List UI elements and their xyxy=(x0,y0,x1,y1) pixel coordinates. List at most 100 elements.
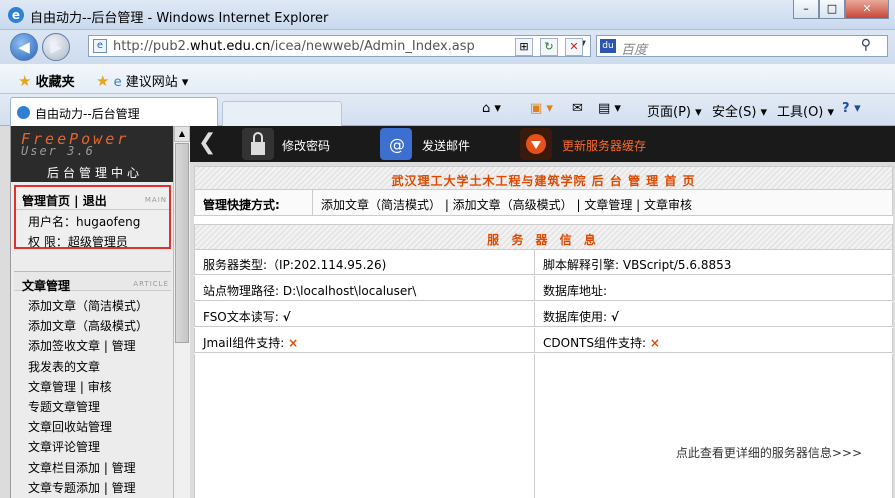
jmail-cell: Jmail组件支持: × xyxy=(203,334,298,351)
sidebar-scrollbar[interactable]: ▲ xyxy=(173,126,190,498)
main-label: MAIN xyxy=(144,196,167,204)
menu-item[interactable]: 文章评论管理 xyxy=(28,437,171,457)
menu-item[interactable]: 文章专题添加 | 管理 xyxy=(28,478,171,498)
menu-item[interactable]: 添加签收文章 | 管理 xyxy=(28,336,171,356)
logo: FreePower User 3.6 后台管理中心 xyxy=(11,126,174,182)
divider xyxy=(534,328,535,353)
shortcut-links[interactable]: 添加文章（简洁模式） | 添加文章（高级模式） | 文章管理 | 文章审核 xyxy=(321,196,692,213)
tab-label: 自由动力--后台管理 xyxy=(35,107,140,121)
logo-line2: User 3.6 xyxy=(21,144,95,158)
favorites-bar: ★ 收藏夹 ★ e 建议网站 ▾ xyxy=(0,64,895,94)
search-input[interactable]: du 百度 ⚲ xyxy=(596,35,888,58)
menu-item[interactable]: 文章管理 | 审核 xyxy=(28,377,171,397)
divider xyxy=(312,190,313,215)
page-title: 武汉理工大学土木工程与建筑学院 后 台 管 理 首 页 xyxy=(391,174,696,188)
page-title-bar: 武汉理工大学土木工程与建筑学院 后 台 管 理 首 页 xyxy=(194,166,893,190)
menu-item[interactable]: 文章栏目添加 | 管理 xyxy=(28,458,171,478)
info-row: 站点物理路径: D:\localhost\localuser\ 数据库地址: xyxy=(194,276,893,301)
back-button[interactable]: ◀ xyxy=(10,33,38,61)
server-info-bar: 服 务 器 信 息 xyxy=(194,224,893,250)
mail-at-icon: @ xyxy=(380,128,412,160)
help-menu[interactable]: ? ▾ xyxy=(842,101,861,116)
divider xyxy=(534,302,535,327)
new-tab-button[interactable] xyxy=(222,101,342,126)
home-icon[interactable]: ⌂ ▾ xyxy=(482,101,501,116)
shortcut-row: 管理快捷方式: 添加文章（简洁模式） | 添加文章（高级模式） | 文章管理 |… xyxy=(194,190,893,216)
refresh-cache-icon xyxy=(520,128,552,160)
tools-menu[interactable]: 工具(O) ▾ xyxy=(777,101,834,120)
scroll-thumb[interactable] xyxy=(175,143,189,343)
maximize-button[interactable]: □ xyxy=(819,0,845,19)
minimize-button[interactable]: – xyxy=(793,0,819,19)
script-engine: 脚本解释引擎: VBScript/5.6.8853 xyxy=(543,258,732,272)
page-menu[interactable]: 页面(P) ▾ xyxy=(647,101,702,120)
close-button[interactable]: ✕ xyxy=(845,0,889,19)
server-info-title: 服 务 器 信 息 xyxy=(487,233,600,247)
ie-tab-icon xyxy=(17,106,30,119)
info-row: Jmail组件支持: × CDONTS组件支持: × xyxy=(194,328,893,353)
page-content: FreePower User 3.6 后台管理中心 管理首页 | 退出 MAIN… xyxy=(0,126,895,498)
site-path: 站点物理路径: D:\localhost\localuser\ xyxy=(203,284,417,298)
info-footer: 点此查看更详细的服务器信息>>> xyxy=(194,354,893,498)
logo-line3: 后台管理中心 xyxy=(47,166,144,180)
ie-logo-icon: e xyxy=(8,7,24,23)
article-menu: 添加文章（简洁模式） 添加文章（高级模式） 添加签收文章 | 管理 我发表的文章… xyxy=(28,296,171,498)
divider xyxy=(16,209,169,210)
update-cache-button[interactable]: 更新服务器缓存 xyxy=(562,137,646,154)
cdonts-cell: CDONTS组件支持: × xyxy=(543,334,660,351)
username: 用户名：hugaofeng xyxy=(28,215,141,229)
section-title-en: ARTICLE xyxy=(133,280,169,288)
compat-view-icon[interactable]: ⊞ xyxy=(515,38,533,56)
safety-menu[interactable]: 安全(S) ▾ xyxy=(712,101,767,120)
server-type: 服务器类型:（IP:202.114.95.26) xyxy=(203,258,387,272)
window-title: 自由动力--后台管理 - Windows Internet Explorer xyxy=(30,11,329,26)
section-title: 文章管理 xyxy=(22,279,71,293)
menu-item[interactable]: 添加文章（高级模式） xyxy=(28,316,171,336)
address-text: http://pub2.whut.edu.cn/icea/newweb/Admi… xyxy=(113,39,475,54)
print-icon[interactable]: ▤ ▾ xyxy=(598,101,621,116)
cross-icon: × xyxy=(649,336,660,350)
add-favorite-icon: ★ xyxy=(96,72,110,90)
menu-item[interactable]: 我发表的文章 xyxy=(28,357,171,377)
tab-admin[interactable]: 自由动力--后台管理 xyxy=(10,97,218,126)
info-row: 服务器类型:（IP:202.114.95.26) 脚本解释引擎: VBScrip… xyxy=(194,250,893,275)
stop-icon[interactable]: ✕ xyxy=(565,38,583,56)
rss-icon[interactable]: ▣ ▾ xyxy=(530,101,553,116)
favorites-button[interactable]: ★ 收藏夹 xyxy=(18,71,75,90)
cdonts-label: CDONTS组件支持: xyxy=(543,336,647,350)
main-logout-links[interactable]: 管理首页 | 退出 xyxy=(22,192,107,209)
forward-button[interactable]: ▶ xyxy=(42,33,70,61)
suggested-sites-link[interactable]: ★ e 建议网站 ▾ xyxy=(96,71,188,90)
search-icon[interactable]: ⚲ xyxy=(861,37,871,53)
more-server-info-link[interactable]: 点此查看更详细的服务器信息>>> xyxy=(676,444,862,461)
menu-item[interactable]: 文章回收站管理 xyxy=(28,417,171,437)
address-bar-area: ◀ ▶ e http://pub2.whut.edu.cn/icea/newwe… xyxy=(0,30,895,64)
svg-text:@: @ xyxy=(389,135,405,154)
divider xyxy=(534,354,535,498)
baidu-logo-icon: du xyxy=(600,39,616,53)
collapse-arrow-icon[interactable]: ❮ xyxy=(198,130,216,155)
search-placeholder: 百度 xyxy=(621,43,648,58)
divider xyxy=(534,250,535,275)
admin-toolbar: ❮ 修改密码 @ 发送邮件 更新服务器缓存 xyxy=(190,126,895,162)
divider xyxy=(534,276,535,301)
page-icon: e xyxy=(93,39,107,53)
window-controls: – □ ✕ xyxy=(793,0,889,20)
send-mail-button[interactable]: 发送邮件 xyxy=(422,137,470,154)
menu-item[interactable]: 专题文章管理 xyxy=(28,397,171,417)
jmail-label: Jmail组件支持: xyxy=(203,336,285,350)
mail-icon[interactable]: ✉ xyxy=(572,101,583,116)
user-info-box: 管理首页 | 退出 MAIN 用户名：hugaofeng 权 限：超级管理员 xyxy=(14,185,171,249)
scroll-up-icon[interactable]: ▲ xyxy=(174,126,190,142)
db-address: 数据库地址: xyxy=(543,284,608,298)
refresh-icon[interactable]: ↻ xyxy=(540,38,558,56)
info-row: FSO文本读写: √ 数据库使用: √ xyxy=(194,302,893,327)
ie-page-icon: e xyxy=(113,75,122,90)
change-password-button[interactable]: 修改密码 xyxy=(282,137,330,154)
fso-cell: FSO文本读写: √ xyxy=(203,308,291,325)
section-article[interactable]: 文章管理 ARTICLE xyxy=(14,271,171,293)
menu-item[interactable]: 添加文章（简洁模式） xyxy=(28,296,171,316)
sidebar: FreePower User 3.6 后台管理中心 管理首页 | 退出 MAIN… xyxy=(10,126,174,498)
user-role: 权 限：超级管理员 xyxy=(28,235,128,249)
shortcut-label: 管理快捷方式: xyxy=(203,198,280,212)
